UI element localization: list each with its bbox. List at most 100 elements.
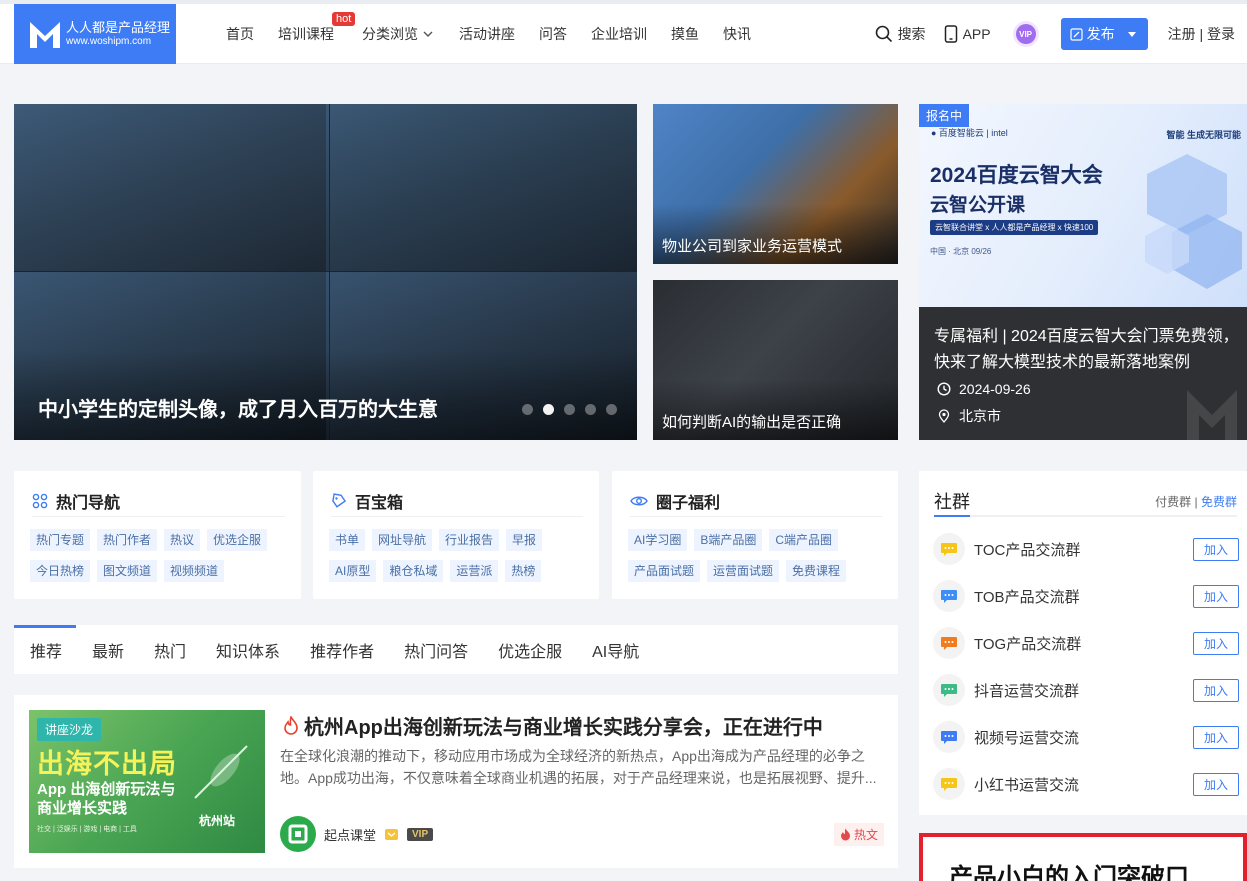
tag[interactable]: 行业报告 bbox=[439, 529, 500, 551]
nav-events[interactable]: 活动讲座 bbox=[459, 24, 515, 44]
group-item: 视频号运营交流 加入 bbox=[933, 719, 1239, 755]
header: 人人都是产品经理 www.woshipm.com 首页 培训课程 hot 分类浏… bbox=[0, 4, 1247, 64]
chat-icon bbox=[933, 768, 965, 800]
logo-mark-icon bbox=[30, 22, 60, 48]
tab-hot-qa[interactable]: 热门问答 bbox=[404, 638, 468, 662]
hero-carousel[interactable]: 中小学生的定制头像，成了月入百万的大生意 bbox=[14, 104, 637, 440]
eye-icon bbox=[630, 496, 648, 505]
nav-training[interactable]: 培训课程 hot bbox=[278, 12, 356, 44]
paid-groups-link[interactable]: 付费群 bbox=[1155, 495, 1191, 509]
header-accent bbox=[934, 515, 970, 517]
tag[interactable]: 运营面试题 bbox=[707, 560, 780, 582]
search-button[interactable]: 搜索 bbox=[875, 24, 926, 44]
tag[interactable]: AI学习圈 bbox=[628, 529, 688, 551]
event-location: 北京市 bbox=[937, 406, 1001, 426]
join-button[interactable]: 加入 bbox=[1193, 772, 1239, 796]
join-button[interactable]: 加入 bbox=[1193, 584, 1239, 608]
tag[interactable]: 早报 bbox=[506, 529, 543, 551]
hot-badge: hot bbox=[332, 12, 356, 26]
carousel-dot[interactable] bbox=[585, 404, 596, 415]
fire-icon bbox=[284, 715, 298, 735]
tab-enterprise[interactable]: 优选企服 bbox=[498, 638, 562, 662]
tag[interactable]: 书单 bbox=[329, 529, 366, 551]
tag[interactable]: 运营派 bbox=[450, 560, 499, 582]
community-panel: 社群 付费群 | 免费群 TOC产品交流群 加入 TOB产品交流群 加入 TOG… bbox=[919, 471, 1247, 815]
carousel-dot-active[interactable] bbox=[543, 404, 554, 415]
tag[interactable]: 优选企服 bbox=[207, 529, 268, 551]
carousel-dot[interactable] bbox=[606, 404, 617, 415]
main-nav: 首页 培训课程 hot 分类浏览 活动讲座 问答 企业培训 摸鱼 快讯 bbox=[226, 4, 775, 64]
article-card[interactable]: 出海不出局 App 出海创新玩法与 商业增长实践 社交 | 泛娱乐 | 游戏 |… bbox=[14, 695, 898, 868]
free-groups-link[interactable]: 免费群 bbox=[1201, 495, 1237, 509]
group-name: 抖音运营交流群 bbox=[974, 682, 1080, 700]
nav-categories[interactable]: 分类浏览 bbox=[362, 24, 435, 44]
register-link[interactable]: 注册 bbox=[1168, 26, 1196, 42]
group-item: TOG产品交流群 加入 bbox=[933, 625, 1239, 661]
tab-latest[interactable]: 最新 bbox=[92, 638, 124, 662]
tag[interactable]: AI原型 bbox=[329, 560, 377, 582]
publish-button[interactable]: 发布 bbox=[1060, 18, 1148, 50]
tag[interactable]: 今日热榜 bbox=[30, 560, 91, 582]
tag[interactable]: 粮仓私域 bbox=[383, 560, 444, 582]
tag[interactable]: 图文频道 bbox=[97, 560, 158, 582]
chevron-down-icon bbox=[423, 31, 433, 37]
feature-card[interactable]: 如何判断AI的输出是否正确 bbox=[653, 280, 898, 440]
tab-recommend[interactable]: 推荐 bbox=[30, 638, 62, 662]
tab-ai-nav[interactable]: AI导航 bbox=[592, 638, 639, 662]
carousel-dot[interactable] bbox=[564, 404, 575, 415]
chat-icon bbox=[933, 721, 965, 753]
nav-enterprise[interactable]: 企业培训 bbox=[591, 24, 647, 44]
tag[interactable]: B端产品圈 bbox=[694, 529, 763, 551]
tag[interactable]: 视频频道 bbox=[164, 560, 225, 582]
feature-card-caption: 如何判断AI的输出是否正确 bbox=[662, 414, 842, 431]
nav-moyu[interactable]: 摸鱼 bbox=[671, 24, 699, 44]
nav-news[interactable]: 快讯 bbox=[723, 24, 751, 44]
content-tabs: 推荐 最新 热门 知识体系 推荐作者 热门问答 优选企服 AI导航 bbox=[14, 625, 898, 674]
box-header: 圈子福利 bbox=[630, 485, 882, 517]
logo[interactable]: 人人都是产品经理 www.woshipm.com bbox=[14, 4, 176, 64]
group-name: TOG产品交流群 bbox=[974, 635, 1082, 653]
hero-image-tile bbox=[325, 104, 637, 272]
community-title: 社群 bbox=[934, 492, 970, 512]
join-button[interactable]: 加入 bbox=[1193, 631, 1239, 655]
article-author[interactable]: 起点课堂 VIP bbox=[280, 816, 434, 852]
tag[interactable]: 热议 bbox=[164, 529, 201, 551]
tag[interactable]: 热门作者 bbox=[97, 529, 158, 551]
tag[interactable]: 热榜 bbox=[505, 560, 542, 582]
logo-url: www.woshipm.com bbox=[66, 35, 152, 47]
join-button[interactable]: 加入 bbox=[1193, 678, 1239, 702]
hero-title[interactable]: 中小学生的定制头像，成了月入百万的大生意 bbox=[38, 393, 438, 422]
tag[interactable]: 产品面试题 bbox=[628, 560, 701, 582]
active-tab-indicator bbox=[14, 625, 76, 628]
tag[interactable]: 热门专题 bbox=[30, 529, 91, 551]
promo-banner[interactable]: 产品小白的入门突破口 bbox=[919, 833, 1247, 881]
nav-qa[interactable]: 问答 bbox=[539, 24, 567, 44]
author-name[interactable]: 起点课堂 bbox=[324, 825, 376, 844]
tab-authors[interactable]: 推荐作者 bbox=[310, 638, 374, 662]
edit-icon bbox=[1069, 27, 1083, 41]
nav-home[interactable]: 首页 bbox=[226, 24, 254, 44]
event-card[interactable]: ● 百度智能云 | intel 智能 生成无限可能 2024百度云智大会 云智公… bbox=[919, 104, 1247, 440]
join-button[interactable]: 加入 bbox=[1193, 537, 1239, 561]
vip-button[interactable]: VIP bbox=[1012, 21, 1039, 47]
feature-card[interactable]: 物业公司到家业务运营模式 bbox=[653, 104, 898, 264]
article-category-badge: 讲座沙龙 bbox=[37, 718, 102, 741]
tag[interactable]: 网址导航 bbox=[372, 529, 433, 551]
filter-separator: | bbox=[1194, 494, 1198, 509]
carousel-dot[interactable] bbox=[522, 404, 533, 415]
box-header: 百宝箱 bbox=[331, 485, 583, 517]
tab-knowledge[interactable]: 知识体系 bbox=[216, 638, 280, 662]
divider bbox=[934, 515, 1237, 517]
tag[interactable]: 免费课程 bbox=[786, 560, 847, 582]
app-button[interactable]: APP bbox=[944, 25, 991, 43]
article-title[interactable]: 杭州App出海创新玩法与商业增长实践分享会，正在进行中 bbox=[282, 711, 823, 740]
tab-hot[interactable]: 热门 bbox=[154, 638, 186, 662]
join-button[interactable]: 加入 bbox=[1193, 725, 1239, 749]
tag[interactable]: C端产品圈 bbox=[769, 529, 839, 551]
hot-label: 热文 bbox=[853, 828, 878, 842]
event-status-badge: 报名中 bbox=[919, 104, 970, 127]
poster-line: 云智联合讲堂 x 人人都是产品经理 x 快速100 bbox=[930, 220, 1099, 235]
login-link[interactable]: 登录 bbox=[1207, 26, 1235, 42]
vip-label: VIP bbox=[1015, 24, 1036, 44]
flame-icon bbox=[840, 828, 850, 841]
